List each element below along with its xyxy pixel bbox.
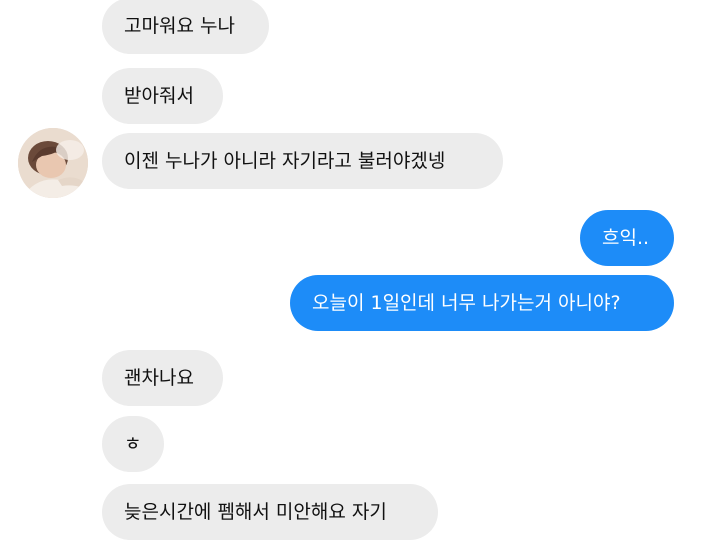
message-bubble-incoming[interactable]: 늦은시간에 펨해서 미안해요 자기: [102, 484, 438, 540]
message-bubble-outgoing[interactable]: 흐익..: [580, 210, 674, 266]
chat-thread: 고마워요 누나 받아줘서 이젠 누나가 아니라 자기라고 불러야겠넹 흐익.. …: [0, 0, 720, 540]
message-bubble-incoming[interactable]: 받아줘서: [102, 68, 223, 124]
message-bubble-incoming[interactable]: 이젠 누나가 아니라 자기라고 불러야겠넹: [102, 133, 503, 189]
message-bubble-incoming[interactable]: 괜차나요: [102, 350, 223, 406]
avatar-photo: [18, 128, 88, 198]
contact-avatar-icon[interactable]: [18, 128, 88, 198]
message-bubble-incoming[interactable]: 고마워요 누나: [102, 0, 269, 54]
message-bubble-incoming[interactable]: ㅎ: [102, 416, 164, 472]
message-bubble-outgoing[interactable]: 오늘이 1일인데 너무 나가는거 아니야?: [290, 275, 674, 331]
